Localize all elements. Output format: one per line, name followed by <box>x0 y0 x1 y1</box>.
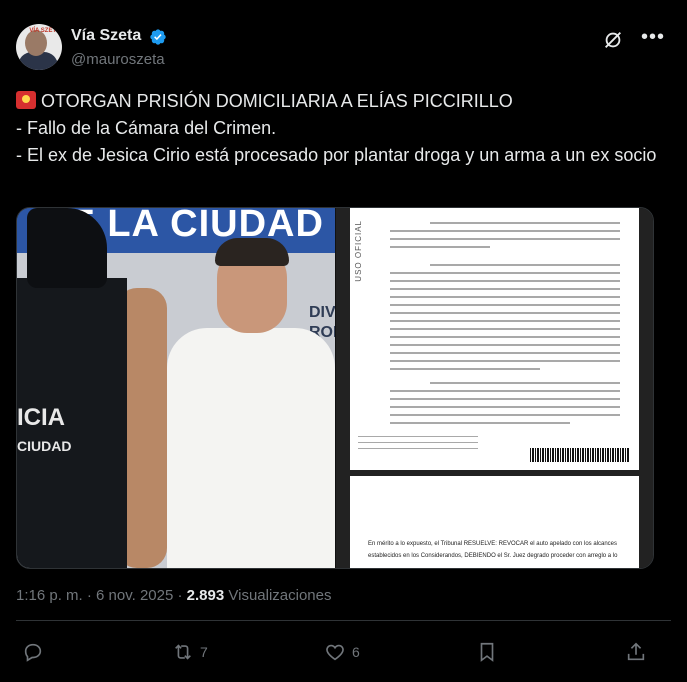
text-line-3: - El ex de Jesica Cirio está procesado p… <box>16 145 657 165</box>
text-line <box>390 304 620 306</box>
bookmark-icon <box>480 642 494 662</box>
repost-count: 7 <box>200 644 208 660</box>
repost-button[interactable]: 7 <box>172 640 208 664</box>
signature-line <box>358 442 478 443</box>
text-line <box>390 414 620 416</box>
text-line <box>390 390 620 392</box>
photo-officer-vest: ICIA CIUDAD <box>17 278 127 568</box>
signature-line <box>358 436 478 437</box>
text-line <box>430 264 620 266</box>
vest-text-2: CIUDAD <box>17 438 72 454</box>
photo-man-shirt <box>167 328 335 568</box>
share-button[interactable] <box>625 640 647 664</box>
text-line <box>390 230 620 232</box>
grok-icon[interactable] <box>602 29 624 51</box>
tweet-header: VÍA SZETA Vía Szeta @mauroszeta ••• <box>16 24 671 74</box>
like-count: 6 <box>352 644 360 660</box>
document-side-label: USO OFICIAL <box>354 220 363 282</box>
document-barcode <box>530 448 630 462</box>
heart-icon <box>326 644 344 661</box>
text-line <box>430 222 620 224</box>
verified-badge-icon <box>150 29 166 45</box>
document-page-2: En mérito a lo expuesto, el Tribunal RES… <box>350 476 639 568</box>
text-line <box>390 288 620 290</box>
headline-line: OTORGAN PRISIÓN DOMICILIARIA A ELÍAS PIC… <box>16 88 666 115</box>
media-grid: DE LA CIUDAD DIV ROBOS N ICIA CIUDAD USO… <box>16 207 654 569</box>
text-line <box>390 422 570 424</box>
more-options-icon[interactable]: ••• <box>641 26 665 49</box>
views-count: 2.893 <box>186 587 225 604</box>
text-line <box>390 344 620 346</box>
siren-icon <box>16 91 36 109</box>
text-line <box>390 320 620 322</box>
photo-man-hair <box>215 238 289 266</box>
text-line-2: - Fallo de la Cámara del Crimen. <box>16 118 277 138</box>
reply-icon <box>24 643 42 662</box>
signature-line <box>358 448 478 449</box>
avatar-logo: VÍA SZETA <box>29 28 60 34</box>
media-document[interactable]: USO OFICIAL En mérito a lo expuesto, el … <box>336 208 653 568</box>
repost-icon <box>175 644 191 660</box>
document-page-2-text: En mérito a lo expuesto, el Tribunal RES… <box>368 541 618 559</box>
text-line <box>390 406 620 408</box>
author-name[interactable]: Vía Szeta <box>71 27 141 45</box>
text-line <box>390 328 620 330</box>
divider <box>16 620 671 621</box>
text-line <box>390 368 540 370</box>
text-line <box>390 296 620 298</box>
text-line <box>390 272 620 274</box>
text-line <box>390 336 620 338</box>
vest-text: ICIA <box>17 404 65 431</box>
avatar[interactable]: VÍA SZETA <box>16 24 62 70</box>
text-line <box>390 312 620 314</box>
reply-button[interactable] <box>22 640 50 664</box>
text-line <box>390 246 490 248</box>
timestamp[interactable]: 1:16 p. m. · 6 nov. 2025 · <box>16 587 182 604</box>
like-button[interactable]: 6 <box>324 640 360 664</box>
photo-officer-head <box>27 208 107 288</box>
text-line <box>390 280 620 282</box>
text-line <box>390 238 620 240</box>
tweet-meta: 1:16 p. m. · 6 nov. 2025 · 2.893 Visuali… <box>16 587 332 604</box>
text-line <box>390 398 620 400</box>
document-page-1: USO OFICIAL <box>350 208 639 470</box>
headline: OTORGAN PRISIÓN DOMICILIARIA A ELÍAS PIC… <box>41 91 513 111</box>
media-photo[interactable]: DE LA CIUDAD DIV ROBOS N ICIA CIUDAD <box>17 208 335 568</box>
text-line <box>390 360 620 362</box>
author-handle[interactable]: @mauroszeta <box>71 51 165 68</box>
views-label: Visualizaciones <box>228 587 332 604</box>
text-line <box>390 352 620 354</box>
bookmark-button[interactable] <box>476 640 498 664</box>
share-icon <box>627 642 645 661</box>
tweet-text: OTORGAN PRISIÓN DOMICILIARIA A ELÍAS PIC… <box>16 88 666 169</box>
text-line <box>430 382 620 384</box>
